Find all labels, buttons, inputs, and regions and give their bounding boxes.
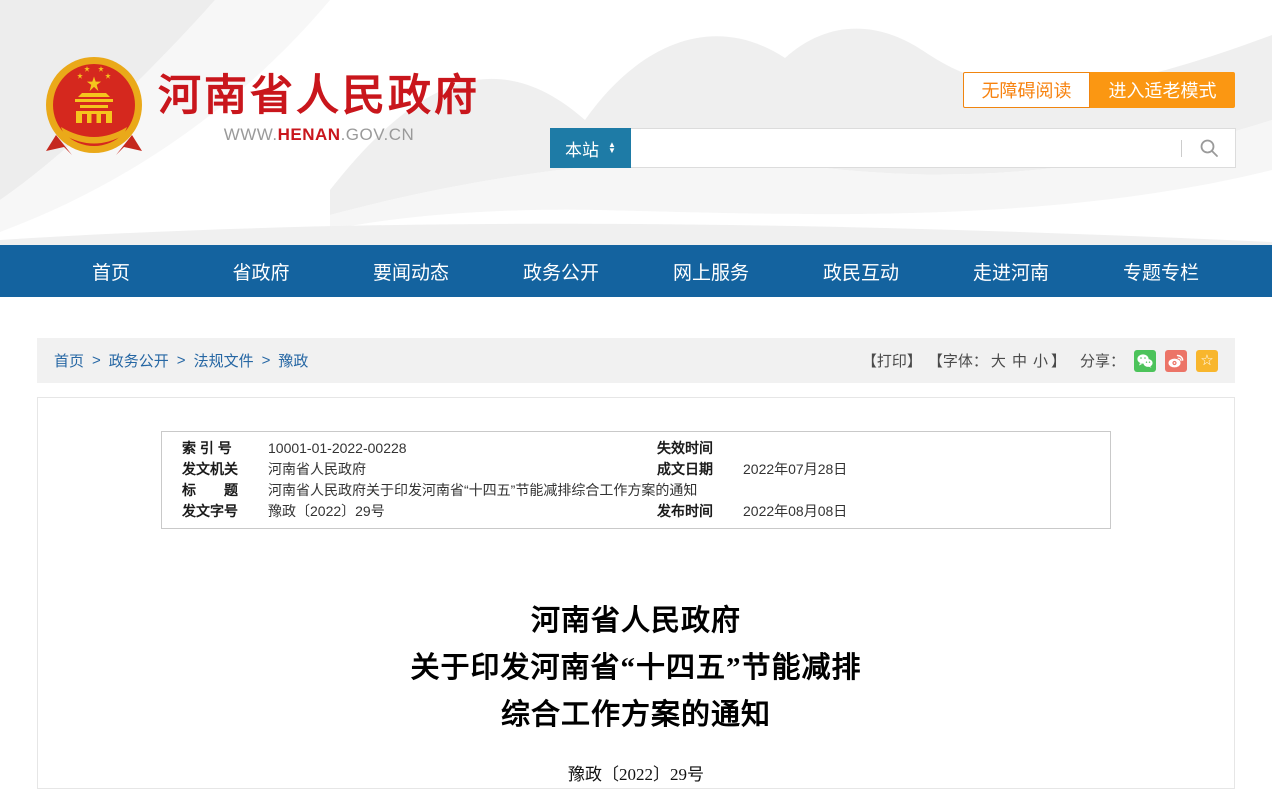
breadcrumb-bar: 首页 > 政务公开 > 法规文件 > 豫政 【打印】 【字体：大中小】 分享： (37, 338, 1235, 383)
font-label-prefix: 【字体： (928, 353, 988, 370)
meta-label-doc-number: 发文字号 (182, 501, 268, 522)
font-size-medium[interactable]: 中 (1012, 353, 1027, 370)
font-label-suffix: 】 (1051, 353, 1066, 370)
share-wechat-button[interactable] (1134, 350, 1156, 372)
nav-item-services[interactable]: 网上服务 (636, 245, 786, 297)
document-title: 河南省人民政府 关于印发河南省“十四五”节能减排 综合工作方案的通知 (38, 598, 1234, 739)
meta-value-publish-date: 2022年08月08日 (743, 501, 847, 522)
meta-value-doc-number: 豫政〔2022〕29号 (268, 501, 385, 522)
share-label: 分享： (1080, 350, 1125, 371)
nav-item-about[interactable]: 走进河南 (936, 245, 1086, 297)
nav-item-province[interactable]: 省政府 (186, 245, 336, 297)
font-size-small[interactable]: 小 (1033, 353, 1048, 370)
search-input-wrap (631, 128, 1236, 168)
meta-label-signed-date: 成文日期 (657, 459, 743, 480)
meta-value-issuing-agency: 河南省人民政府 (268, 459, 366, 480)
document-title-line1: 河南省人民政府 (38, 598, 1234, 645)
share-favorite-button[interactable]: ☆ (1196, 350, 1218, 372)
site-title: 河南省人民政府 (158, 74, 480, 119)
updown-arrows-icon: ▲▼ (608, 142, 616, 154)
document-title-line3: 综合工作方案的通知 (38, 692, 1234, 739)
site-url-www: WWW. (224, 125, 278, 144)
page-tools: 【打印】 【字体：大中小】 分享： ☆ (862, 350, 1218, 372)
favorite-star-icon: ☆ (1200, 353, 1213, 368)
breadcrumb-yuzheng[interactable]: 豫政 (278, 350, 308, 371)
search-input[interactable] (631, 129, 1181, 167)
national-emblem-logo (44, 54, 144, 160)
accessibility-reading-button[interactable]: 无障碍阅读 (963, 72, 1090, 108)
nav-item-news[interactable]: 要闻动态 (336, 245, 486, 297)
breadcrumb-separator: > (262, 352, 271, 369)
wechat-icon (1137, 354, 1153, 368)
meta-label-expiry: 失效时间 (657, 438, 743, 459)
nav-item-home[interactable]: 首页 (36, 245, 186, 297)
font-size-controls: 【字体：大中小】 (928, 350, 1066, 371)
meta-label-publish-date: 发布时间 (657, 501, 743, 522)
site-brand[interactable]: 河南省人民政府 WWW.HENAN.GOV.CN (44, 54, 480, 160)
site-url: WWW.HENAN.GOV.CN (158, 125, 480, 145)
nav-item-gov-open[interactable]: 政务公开 (486, 245, 636, 297)
breadcrumb-home[interactable]: 首页 (54, 350, 84, 371)
meta-label-issuing-agency: 发文机关 (182, 459, 268, 480)
meta-value-signed-date: 2022年07月28日 (743, 459, 847, 480)
print-button[interactable]: 【打印】 (862, 350, 922, 371)
breadcrumb-separator: > (92, 352, 101, 369)
main-nav: 首页 省政府 要闻动态 政务公开 网上服务 政民互动 走进河南 专题专栏 (0, 245, 1272, 297)
meta-label-title: 标 题 (182, 480, 268, 501)
share-weibo-button[interactable] (1165, 350, 1187, 372)
site-url-rest: .GOV.CN (341, 125, 415, 144)
meta-value-index-no: 10001-01-2022-00228 (268, 438, 407, 459)
meta-row: 发文字号 豫政〔2022〕29号 发布时间 2022年08月08日 (162, 501, 1110, 522)
elder-mode-button[interactable]: 进入适老模式 (1090, 72, 1235, 108)
weibo-icon (1168, 354, 1184, 368)
meta-row: 索 引 号 10001-01-2022-00228 失效时间 (162, 438, 1110, 459)
site-header: 河南省人民政府 WWW.HENAN.GOV.CN 无障碍阅读 进入适老模式 本站… (0, 0, 1272, 245)
document-title-line2: 关于印发河南省“十四五”节能减排 (38, 645, 1234, 692)
search-scope-dropdown[interactable]: 本站 ▲▼ (550, 128, 631, 168)
nav-item-interact[interactable]: 政民互动 (786, 245, 936, 297)
meta-value-title: 河南省人民政府关于印发河南省“十四五”节能减排综合工作方案的通知 (268, 480, 697, 501)
search-button[interactable] (1182, 138, 1235, 158)
search-icon (1199, 138, 1219, 158)
search-scope-label: 本站 (565, 136, 599, 161)
font-size-large[interactable]: 大 (991, 353, 1006, 370)
breadcrumb-gov-open[interactable]: 政务公开 (109, 350, 169, 371)
document-meta-table: 索 引 号 10001-01-2022-00228 失效时间 发文机关 河南省人… (161, 431, 1111, 529)
breadcrumb-regulations[interactable]: 法规文件 (194, 350, 254, 371)
meta-row: 标 题 河南省人民政府关于印发河南省“十四五”节能减排综合工作方案的通知 (162, 480, 1110, 501)
document-container: 索 引 号 10001-01-2022-00228 失效时间 发文机关 河南省人… (37, 397, 1235, 789)
breadcrumb-separator: > (177, 352, 186, 369)
meta-label-index-no: 索 引 号 (182, 438, 268, 459)
search-bar: 本站 ▲▼ (550, 128, 1236, 168)
nav-item-topics[interactable]: 专题专栏 (1086, 245, 1236, 297)
site-url-henan: HENAN (278, 125, 341, 144)
meta-row: 发文机关 河南省人民政府 成文日期 2022年07月28日 (162, 459, 1110, 480)
document-number: 豫政〔2022〕29号 (38, 760, 1234, 785)
breadcrumb: 首页 > 政务公开 > 法规文件 > 豫政 (54, 350, 308, 371)
header-action-buttons: 无障碍阅读 进入适老模式 (963, 72, 1235, 108)
